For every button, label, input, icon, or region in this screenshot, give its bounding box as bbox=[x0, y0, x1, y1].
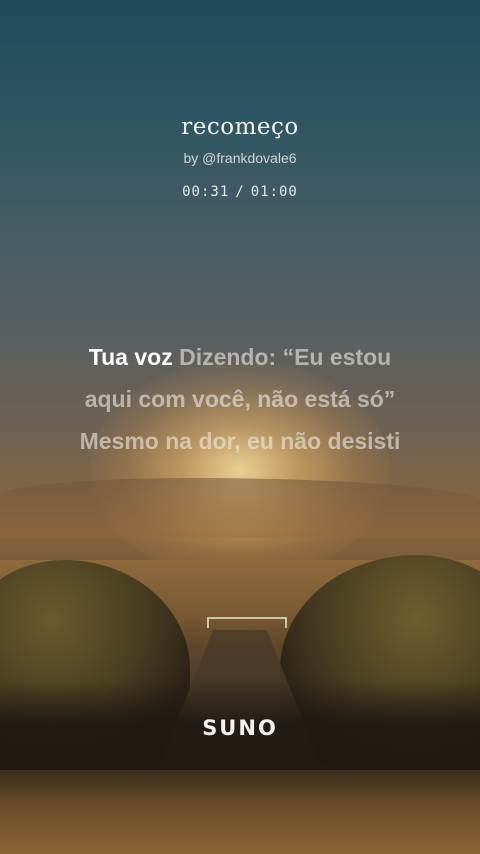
lyric-active-words: Tua voz bbox=[88, 344, 173, 370]
playback-time: 00:31 / 01:00 bbox=[0, 184, 480, 200]
current-time: 00:31 bbox=[182, 184, 230, 200]
lyric-line-1: Tua voz Dizendo: “Eu estou bbox=[30, 336, 450, 378]
total-time: 01:00 bbox=[250, 184, 298, 200]
song-title: recomeço bbox=[181, 114, 299, 140]
lyric-line-3: Mesmo na dor, eu não desisti bbox=[79, 428, 401, 454]
lyrics-block: Tua voz Dizendo: “Eu estou aqui com você… bbox=[30, 336, 450, 462]
suno-logo: SUNO bbox=[202, 716, 278, 740]
track-header: recomeço by @frankdovale6 00:31 / 01:00 bbox=[0, 114, 480, 200]
distant-bench bbox=[207, 617, 287, 628]
foreground-ground bbox=[0, 770, 480, 854]
time-separator: / bbox=[235, 184, 245, 200]
song-author: by @frankdovale6 bbox=[183, 150, 297, 166]
lyric-video-frame: recomeço by @frankdovale6 00:31 / 01:00 Tu… bbox=[0, 0, 480, 854]
distant-hills bbox=[0, 478, 480, 538]
lyric-upcoming-words: Dizendo: “Eu estou bbox=[179, 344, 392, 370]
lyric-line-2: aqui com você, não está só” bbox=[84, 386, 396, 412]
